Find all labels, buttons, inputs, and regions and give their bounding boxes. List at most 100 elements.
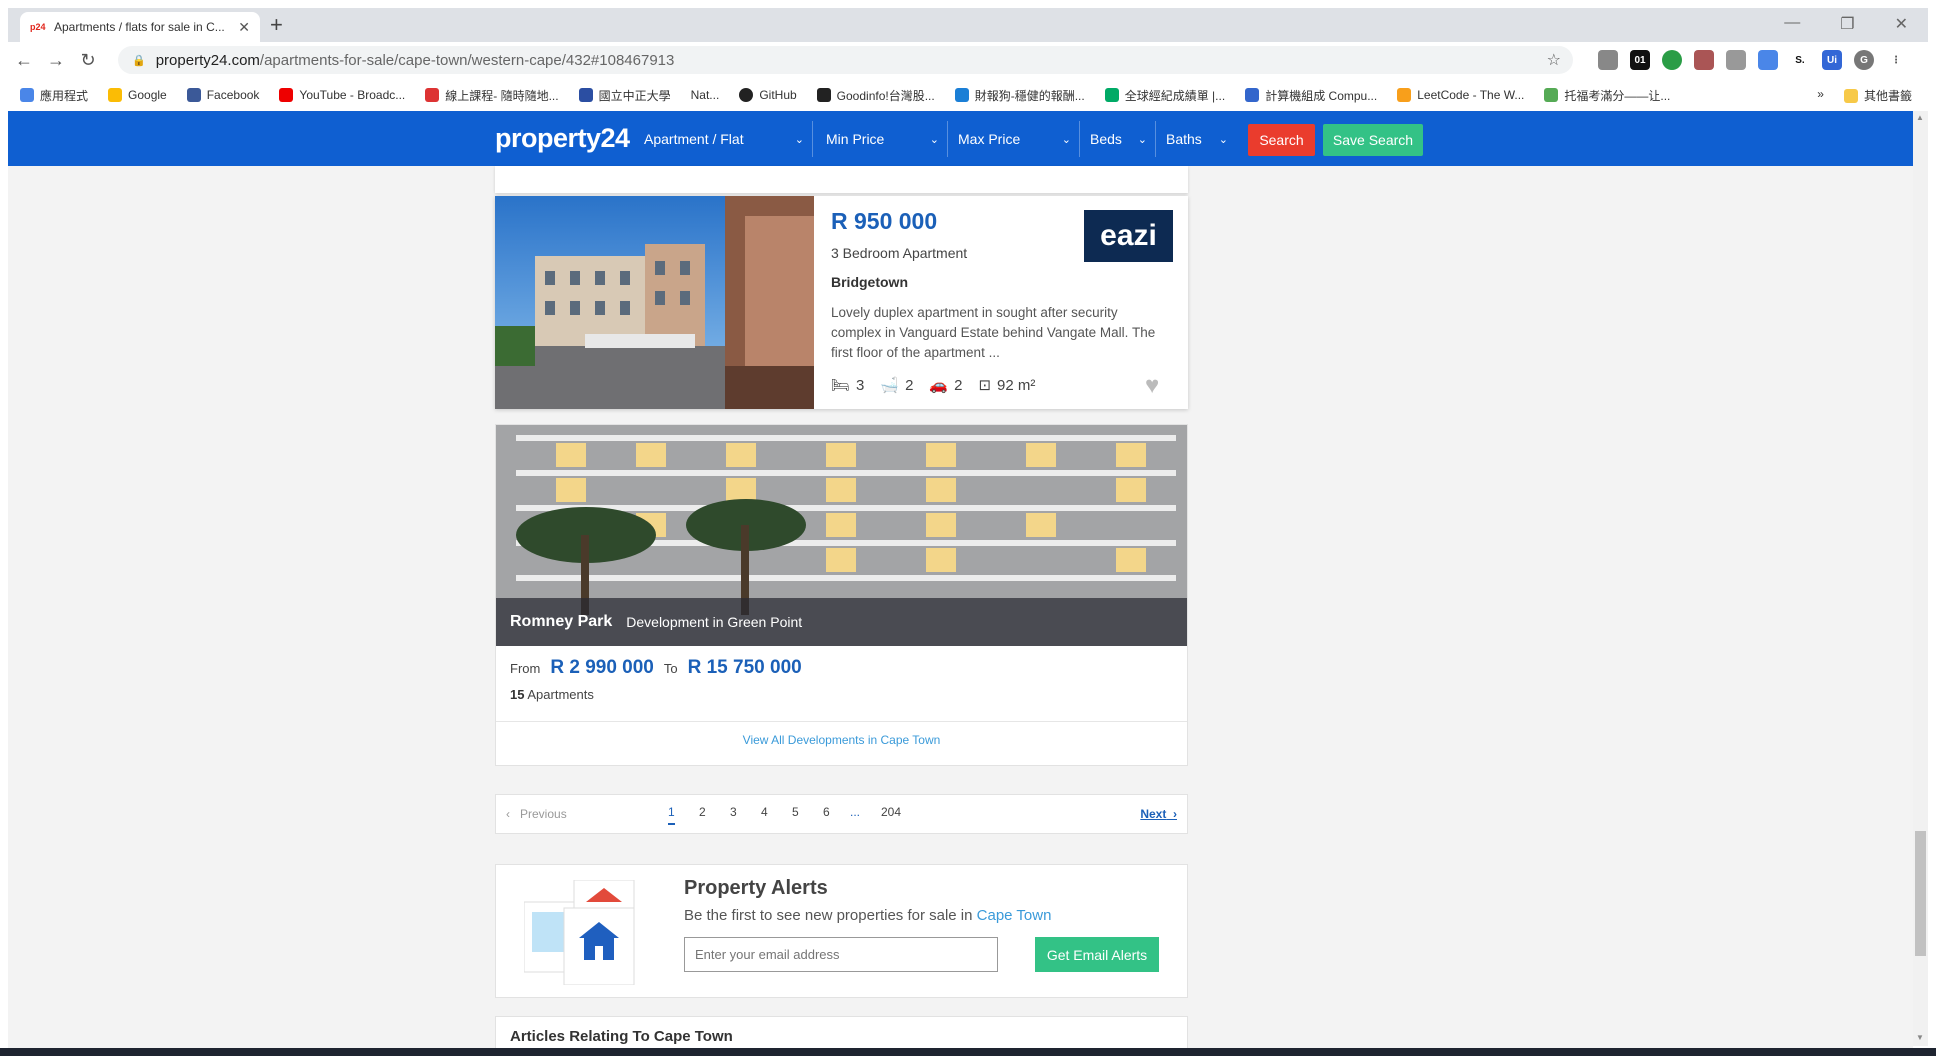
google-icon bbox=[108, 88, 123, 102]
baths-dropdown[interactable]: Baths ⌄ bbox=[1160, 121, 1236, 157]
save-search-button[interactable]: Save Search bbox=[1323, 124, 1423, 156]
size-feature: ⊡ 92 m² bbox=[978, 376, 1036, 395]
development-subtitle: Development in Green Point bbox=[626, 614, 803, 630]
previous-page-link[interactable]: ‹ Previous bbox=[506, 807, 567, 821]
extension-01-icon[interactable]: 01 bbox=[1630, 50, 1650, 70]
close-window-icon[interactable]: ✕ bbox=[1895, 14, 1908, 34]
browser-chrome: p24 Apartments / flats for sale in C... … bbox=[8, 8, 1928, 111]
page-link[interactable]: 204 bbox=[881, 805, 901, 819]
page-link[interactable]: 3 bbox=[730, 805, 737, 819]
menu-icon[interactable]: ⋮ bbox=[1886, 50, 1906, 70]
close-tab-icon[interactable]: ✕ bbox=[238, 19, 250, 36]
page-link[interactable]: 5 bbox=[792, 805, 799, 819]
browser-tab[interactable]: p24 Apartments / flats for sale in C... … bbox=[20, 12, 260, 42]
page-link[interactable]: 2 bbox=[699, 805, 706, 819]
development-title-band: Romney Park Development in Green Point bbox=[496, 598, 1187, 646]
address-bar[interactable]: 🔒 property24.com/apartments-for-sale/cap… bbox=[118, 46, 1573, 74]
scroll-up-icon[interactable]: ▲ bbox=[1916, 113, 1924, 122]
chevron-down-icon: ⌄ bbox=[1137, 133, 1147, 146]
back-icon[interactable]: ← bbox=[8, 50, 40, 71]
parking-feature: 🚗 2 bbox=[929, 376, 963, 395]
bookmark-item[interactable]: 國立中正大學 bbox=[578, 87, 671, 104]
drive-icon[interactable] bbox=[1598, 50, 1618, 70]
new-tab-icon[interactable]: + bbox=[270, 14, 283, 36]
bookmark-item[interactable]: 財報狗-穩健的報酬... bbox=[954, 87, 1085, 104]
profile-avatar[interactable]: G bbox=[1854, 50, 1874, 70]
alerts-city-link[interactable]: Cape Town bbox=[977, 907, 1052, 924]
pagination: ‹ Previous 1 2 3 4 5 6 ... 204 Next › bbox=[495, 794, 1188, 834]
get-email-alerts-button[interactable]: Get Email Alerts bbox=[1035, 937, 1159, 972]
os-taskbar bbox=[0, 1048, 1936, 1056]
page-link[interactable]: 4 bbox=[761, 805, 768, 819]
address-row: ← → ↻ 🔒 property24.com/apartments-for-sa… bbox=[8, 42, 1928, 78]
bookmark-item[interactable]: LeetCode - The W... bbox=[1397, 88, 1524, 102]
university-icon bbox=[578, 88, 593, 102]
bookmark-item[interactable]: Nat... bbox=[691, 88, 720, 102]
extension-pdf-icon[interactable] bbox=[1694, 50, 1714, 70]
bookmark-item[interactable]: 應用程式 bbox=[20, 87, 88, 104]
youtube-icon bbox=[279, 88, 294, 102]
more-bookmarks-icon[interactable]: » bbox=[1817, 87, 1824, 104]
listing-description: Lovely duplex apartment in sought after … bbox=[831, 305, 1156, 360]
min-price-dropdown[interactable]: Min Price ⌄ bbox=[820, 121, 948, 157]
lock-icon: 🔒 bbox=[132, 54, 146, 67]
bookmark-item[interactable]: GitHub bbox=[739, 88, 797, 102]
bookmark-star-icon[interactable]: ☆ bbox=[1547, 50, 1561, 70]
extension-ui-icon[interactable]: Ui bbox=[1822, 50, 1842, 70]
max-price-dropdown[interactable]: Max Price ⌄ bbox=[952, 121, 1080, 157]
toefl-icon bbox=[1544, 88, 1559, 102]
goodinfo-icon bbox=[816, 88, 831, 102]
extensions: 01 S. Ui G ⋮ bbox=[1598, 50, 1906, 70]
bookmark-item[interactable]: Goodinfo!台灣股... bbox=[816, 87, 935, 104]
reload-icon[interactable]: ↻ bbox=[72, 50, 104, 71]
site-logo[interactable]: property24 bbox=[495, 123, 630, 154]
apps-icon bbox=[20, 88, 34, 102]
tab-bar: p24 Apartments / flats for sale in C... … bbox=[8, 8, 1928, 42]
translate-icon[interactable] bbox=[1758, 50, 1778, 70]
page-link[interactable]: 6 bbox=[823, 805, 830, 819]
minimize-icon[interactable]: — bbox=[1784, 14, 1800, 34]
page-scrollbar[interactable]: ▲ ▼ bbox=[1913, 111, 1928, 1046]
tab-title: Apartments / flats for sale in C... bbox=[54, 20, 225, 34]
bookmark-item[interactable]: 計算機組成 Compu... bbox=[1245, 87, 1377, 104]
property-type-dropdown[interactable]: Apartment / Flat ⌄ bbox=[638, 121, 813, 157]
development-name[interactable]: Romney Park bbox=[510, 613, 612, 631]
listing-photo[interactable] bbox=[495, 196, 814, 409]
bookmark-item[interactable]: 托福考滿分——让... bbox=[1544, 87, 1670, 104]
next-page-link[interactable]: Next › bbox=[1140, 807, 1177, 821]
leetcode-icon bbox=[1397, 88, 1412, 102]
bookmark-item[interactable]: YouTube - Broadc... bbox=[279, 88, 405, 102]
scrollbar-thumb[interactable] bbox=[1915, 831, 1926, 956]
url-host: property24.com bbox=[155, 51, 260, 69]
view-all-developments-link[interactable]: View All Developments in Cape Town bbox=[496, 733, 1187, 747]
scroll-down-icon[interactable]: ▼ bbox=[1916, 1033, 1924, 1042]
property-alerts: Property Alerts Be the first to see new … bbox=[495, 864, 1188, 998]
forward-icon[interactable]: → bbox=[40, 50, 72, 71]
bookmarks-bar: 應用程式 Google Facebook YouTube - Broadc...… bbox=[8, 80, 1928, 110]
favourite-heart-icon[interactable]: ♥ bbox=[1145, 372, 1159, 400]
listing-card[interactable]: R 950 000 3 Bedroom Apartment Bridgetown… bbox=[495, 196, 1188, 409]
extension-dropbox-icon[interactable] bbox=[1726, 50, 1746, 70]
page-ellipsis: ... bbox=[850, 805, 861, 819]
bedrooms-feature: 🛏 3 bbox=[831, 376, 865, 395]
email-input[interactable] bbox=[684, 937, 998, 972]
chevron-down-icon: ⌄ bbox=[794, 133, 804, 146]
url-path: /apartments-for-sale/cape-town/western-c… bbox=[259, 51, 675, 69]
search-button[interactable]: Search bbox=[1248, 124, 1315, 156]
bath-icon: 🛁 bbox=[880, 377, 900, 394]
bookmark-item[interactable]: Facebook bbox=[186, 88, 259, 102]
other-bookmarks[interactable]: 其他書籤 bbox=[1843, 87, 1912, 104]
bookmark-item[interactable]: 全球經紀成績單 |... bbox=[1104, 87, 1225, 104]
car-icon: 🚗 bbox=[929, 377, 949, 394]
bookmark-item[interactable]: 線上課程- 隨時隨地... bbox=[425, 87, 559, 104]
page-link[interactable]: 1 bbox=[668, 805, 675, 825]
listing-price[interactable]: R 950 000 bbox=[831, 208, 937, 235]
agency-logo[interactable]: eazi bbox=[1084, 210, 1173, 262]
extension-s-icon[interactable]: S. bbox=[1790, 50, 1810, 70]
development-card[interactable]: Romney Park Development in Green Point F… bbox=[495, 424, 1188, 766]
restore-icon[interactable]: ❐ bbox=[1840, 14, 1854, 34]
development-price-range: From R 2 990 000 To R 15 750 000 bbox=[510, 657, 802, 678]
extension-green-icon[interactable] bbox=[1662, 50, 1682, 70]
beds-dropdown[interactable]: Beds ⌄ bbox=[1084, 121, 1156, 157]
bookmark-item[interactable]: Google bbox=[108, 88, 167, 102]
